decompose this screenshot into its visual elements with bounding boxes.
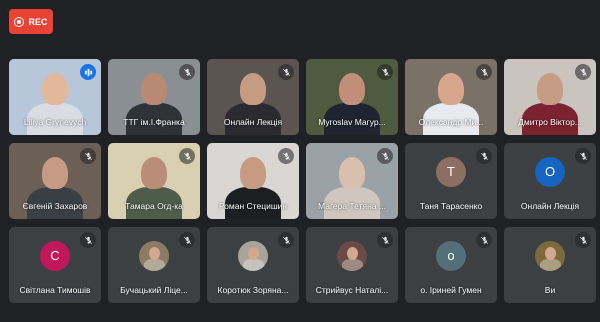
mic-off-icon [476,232,492,248]
participant-tile[interactable]: Роман Стецишин [207,143,299,219]
participant-tile[interactable]: ТТГ ім.І.Франка [108,59,200,135]
avatar: Т [436,156,466,187]
mic-off-icon [377,64,393,80]
participant-name: Євгеній Захаров [22,201,88,211]
mic-off-icon [476,148,492,164]
mic-off-icon [179,64,195,80]
participant-tile[interactable]: Євгеній Захаров [9,143,101,219]
participant-tile[interactable]: Онлайн Лекція [207,59,299,135]
participant-name: Стрийвус Наталі... [315,285,389,295]
avatar: О [535,156,565,187]
participant-name: Ви [544,285,556,295]
participant-tile[interactable]: Магера Тетяна ... [306,143,398,219]
mic-off-icon [179,148,195,164]
mic-off-icon [80,232,96,248]
profile-photo [238,240,268,271]
mic-off-icon [575,232,591,248]
profile-photo [337,240,367,271]
speaking-indicator-icon [80,64,96,80]
mic-off-icon [80,148,96,164]
participant-name: Myroslav Магур... [318,117,386,127]
participant-tile[interactable]: О Онлайн Лекція [504,143,596,219]
record-label: REC [28,16,48,27]
participant-tile[interactable]: С Світлана Тимошів [9,227,101,303]
participant-name: Олександр Ми... [418,117,484,127]
participant-name: Онлайн Лекція [520,201,580,211]
mic-off-icon [575,64,591,80]
participant-tile[interactable]: Myroslav Магур... [306,59,398,135]
participant-name: Дмитро Віктор... [518,117,582,127]
participant-tile[interactable]: Ви [504,227,596,303]
mic-off-icon [575,148,591,164]
participant-tile[interactable]: Дмитро Віктор... [504,59,596,135]
participant-tile[interactable]: Стрийвус Наталі... [306,227,398,303]
participant-tile[interactable]: Бучацький Ліце... [108,227,200,303]
participant-name: Таня Тарасенко [419,201,483,211]
participant-tile[interactable]: Liliya Grynevych [9,59,101,135]
participant-name: Світлана Тимошів [19,285,91,295]
participant-name: Онлайн Лекція [223,117,283,127]
participant-tile[interactable]: Олександр Ми... [405,59,497,135]
participant-name: Liliya Grynevych [23,117,87,127]
avatar: С [40,240,70,271]
participant-tile[interactable]: о о. Іриней Гумен [405,227,497,303]
mic-off-icon [179,232,195,248]
record-indicator[interactable]: REC [9,9,53,34]
participant-tile[interactable]: Тамара Огд-ка [108,143,200,219]
mic-off-icon [278,64,294,80]
participant-name: Коротюк Зоряна... [217,285,289,295]
participant-name: Роман Стецишин [218,201,288,211]
record-icon [14,16,25,27]
participant-name: ТТГ ім.І.Франка [123,117,185,127]
participant-name: Бучацький Ліце... [120,285,188,295]
participant-name: о. Іриней Гумен [420,285,482,295]
mic-off-icon [278,148,294,164]
mic-off-icon [377,232,393,248]
avatar: о [436,240,466,271]
profile-photo [535,240,565,271]
profile-photo [139,240,169,271]
participant-tile[interactable]: Т Таня Тарасенко [405,143,497,219]
participant-tile[interactable]: Коротюк Зоряна... [207,227,299,303]
mic-off-icon [476,64,492,80]
mic-off-icon [377,148,393,164]
participant-grid: Liliya Grynevych ТТГ ім.І.Франка Онлайн Ле… [9,59,596,316]
participant-name: Тамара Огд-ка [125,201,183,211]
mic-off-icon [278,232,294,248]
participant-name: Магера Тетяна ... [318,201,386,211]
